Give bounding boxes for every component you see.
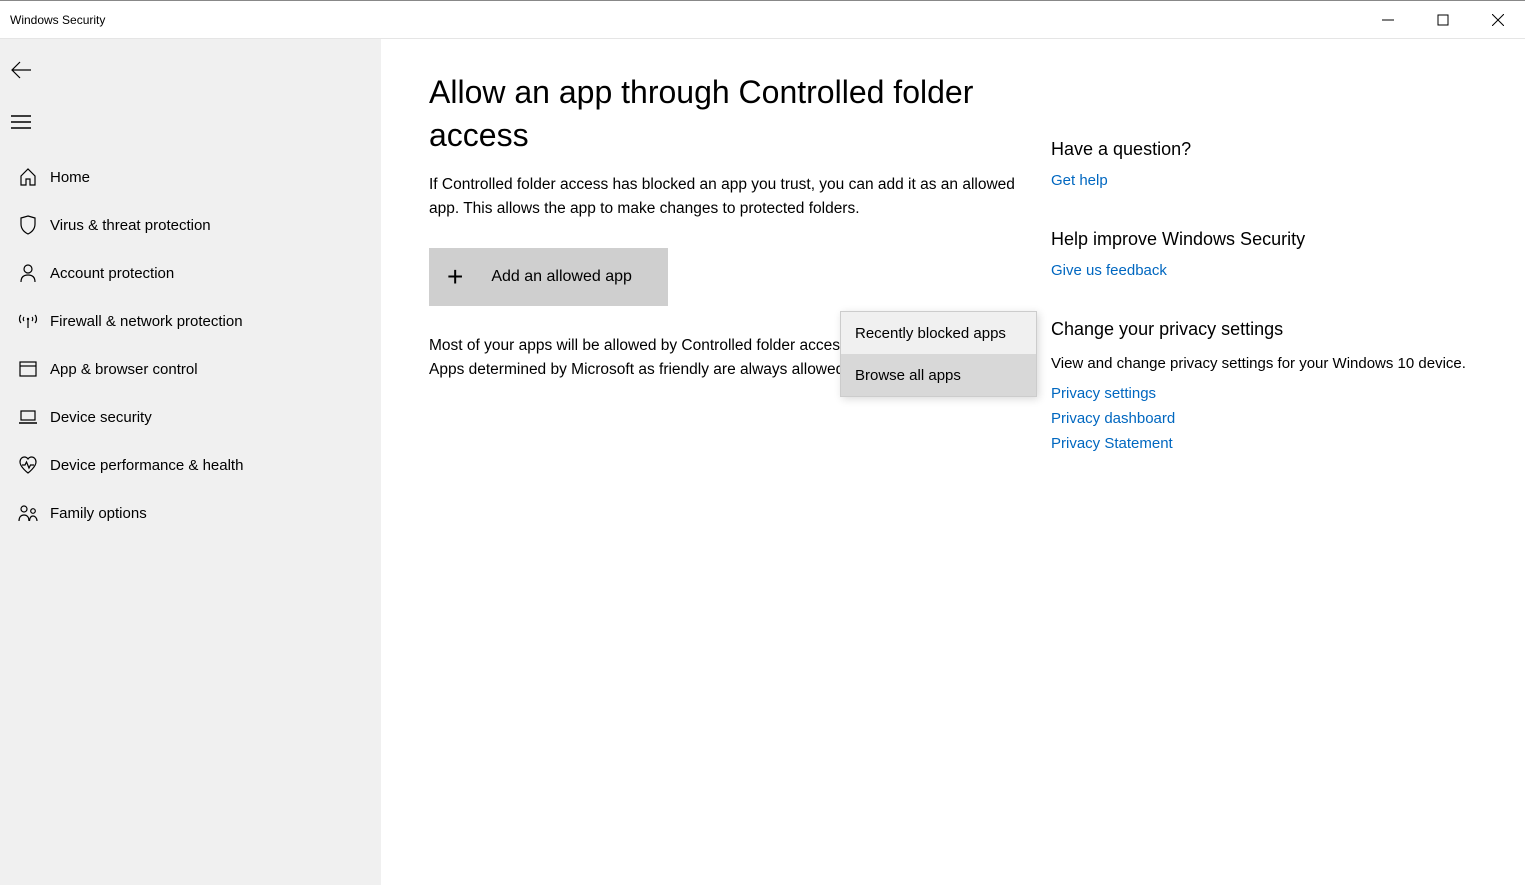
maximize-icon: [1437, 14, 1449, 26]
sidebar-item-label: Device security: [50, 409, 152, 426]
privacy-statement-link[interactable]: Privacy Statement: [1051, 435, 1495, 452]
privacy-dashboard-link[interactable]: Privacy dashboard: [1051, 410, 1495, 427]
sidebar-item-family[interactable]: Family options: [0, 489, 381, 537]
privacy-settings-link[interactable]: Privacy settings: [1051, 385, 1495, 402]
sidebar-item-label: App & browser control: [50, 361, 198, 378]
add-app-dropdown: Recently blocked apps Browse all apps: [840, 311, 1037, 397]
content: Allow an app through Controlled folder a…: [381, 71, 1051, 885]
minimize-button[interactable]: [1360, 1, 1415, 38]
main-area: Allow an app through Controlled folder a…: [381, 39, 1525, 885]
heart-pulse-icon: [18, 456, 38, 474]
window-controls: [1360, 1, 1525, 38]
hamburger-icon: [11, 115, 31, 129]
minimize-icon: [1382, 14, 1394, 26]
sidebar-item-label: Virus & threat protection: [50, 217, 211, 234]
shield-icon: [19, 215, 37, 235]
family-icon: [17, 504, 39, 522]
sidebar-item-label: Firewall & network protection: [50, 313, 243, 330]
window-title: Windows Security: [10, 13, 105, 27]
antenna-icon: [18, 313, 38, 329]
sidebar-item-label: Home: [50, 169, 90, 186]
page-description: If Controlled folder access has blocked …: [429, 173, 1031, 220]
sidebar-item-app-browser[interactable]: App & browser control: [0, 345, 381, 393]
maximize-button[interactable]: [1415, 1, 1470, 38]
person-icon: [19, 263, 37, 283]
get-help-link[interactable]: Get help: [1051, 172, 1495, 189]
titlebar: Windows Security: [0, 0, 1525, 39]
page-title: Allow an app through Controlled folder a…: [429, 71, 1031, 157]
hamburger-button[interactable]: [0, 101, 42, 143]
sidebar-item-firewall[interactable]: Firewall & network protection: [0, 297, 381, 345]
sidebar: Home Virus & threat protection Account p…: [0, 39, 381, 885]
close-icon: [1492, 14, 1504, 26]
sidebar-item-label: Family options: [50, 505, 147, 522]
question-heading: Have a question?: [1051, 139, 1495, 160]
right-panel: Have a question? Get help Help improve W…: [1051, 71, 1525, 885]
sidebar-item-virus[interactable]: Virus & threat protection: [0, 201, 381, 249]
laptop-icon: [18, 410, 38, 424]
sidebar-item-performance[interactable]: Device performance & health: [0, 441, 381, 489]
sidebar-item-device-security[interactable]: Device security: [0, 393, 381, 441]
dropdown-item-recently-blocked[interactable]: Recently blocked apps: [841, 312, 1036, 354]
improve-section: Help improve Windows Security Give us fe…: [1051, 229, 1495, 279]
improve-heading: Help improve Windows Security: [1051, 229, 1495, 250]
plus-icon: +: [447, 261, 463, 293]
question-section: Have a question? Get help: [1051, 139, 1495, 189]
dropdown-item-browse-all[interactable]: Browse all apps: [841, 354, 1036, 396]
sidebar-item-account[interactable]: Account protection: [0, 249, 381, 297]
privacy-heading: Change your privacy settings: [1051, 319, 1495, 340]
sidebar-item-label: Device performance & health: [50, 457, 243, 474]
add-allowed-app-button[interactable]: + Add an allowed app: [429, 248, 668, 306]
privacy-text: View and change privacy settings for you…: [1051, 352, 1495, 375]
home-icon: [19, 168, 37, 186]
add-button-label: Add an allowed app: [491, 268, 632, 286]
sidebar-item-home[interactable]: Home: [0, 153, 381, 201]
back-arrow-icon: [11, 61, 31, 79]
back-button[interactable]: [0, 49, 42, 91]
feedback-link[interactable]: Give us feedback: [1051, 262, 1495, 279]
browser-icon: [19, 361, 37, 377]
privacy-section: Change your privacy settings View and ch…: [1051, 319, 1495, 452]
close-button[interactable]: [1470, 1, 1525, 38]
sidebar-item-label: Account protection: [50, 265, 174, 282]
